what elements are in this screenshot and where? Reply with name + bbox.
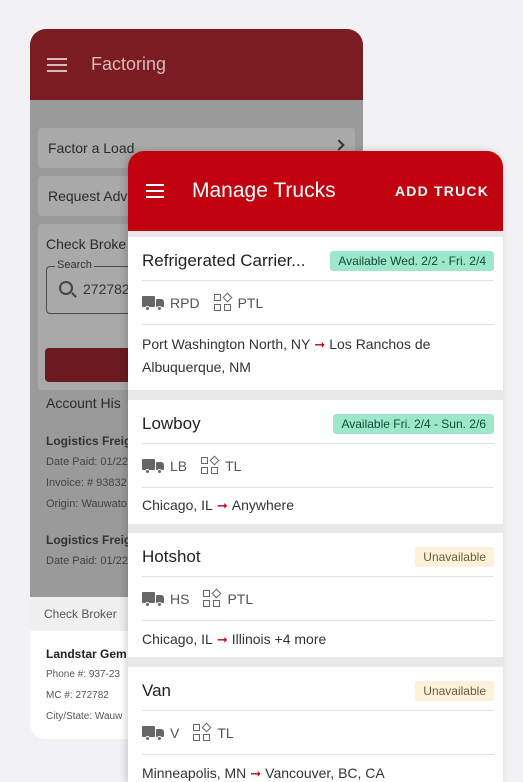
factoring-header: Factoring (30, 29, 363, 100)
status-badge: Unavailable (415, 681, 494, 701)
truck-card-header: Refrigerated Carrier... Available Wed. 2… (142, 237, 494, 281)
truck-card-header: Hotshot Unavailable (142, 533, 494, 577)
factoring-title: Factoring (91, 54, 167, 74)
truck-route: Chicago, IL ➞ Anywhere (142, 494, 482, 517)
load-type-icon (201, 455, 220, 475)
truck-card[interactable]: Lowboy Available Fri. 2/4 - Sun. 2/6 LB … (128, 400, 503, 524)
request-advance-label: Request Adv (48, 188, 128, 204)
truck-route: Chicago, IL ➞ Illinois +4 more (142, 628, 482, 651)
status-badge: Unavailable (415, 547, 494, 567)
route-destination: Vancouver, BC, CA (265, 765, 385, 781)
add-truck-button[interactable]: ADD TRUCK (395, 183, 489, 199)
search-value: 272782 (83, 281, 130, 297)
account-history-title: Account His (46, 395, 121, 411)
truck-icon (142, 725, 164, 741)
arrow-right-icon: ➞ (314, 337, 326, 352)
truck-card[interactable]: Hotshot Unavailable HS PTL Chicago, IL ➞ I… (128, 533, 503, 657)
truck-code: RPD (170, 294, 200, 311)
search-icon (59, 281, 73, 295)
load-type: TL (217, 724, 234, 741)
broker-mc: MC #: 272782 (46, 690, 109, 701)
route-origin: Minneapolis, MN (142, 765, 247, 781)
truck-name: Hotshot (142, 547, 201, 566)
truck-route: Port Washington North, NY ➞ Los Ranchos de… (142, 333, 482, 378)
arrow-right-icon: ➞ (250, 766, 262, 781)
route-origin: Port Washington North, NY (142, 336, 311, 352)
broker-name: Landstar Gem (46, 647, 127, 661)
route-origin: Chicago, IL (142, 497, 213, 513)
truck-code: V (170, 724, 180, 741)
status-badge: Available Fri. 2/4 - Sun. 2/6 (333, 414, 494, 434)
truck-icon (142, 295, 164, 311)
load-type: TL (225, 457, 242, 474)
factor-a-load-label: Factor a Load (48, 140, 135, 156)
menu-icon[interactable] (146, 184, 164, 198)
manage-trucks-header: Manage Trucks ADD TRUCK (128, 151, 503, 231)
page-title: Manage Trucks (192, 179, 336, 202)
broker-phone: Phone #: 937-23 (46, 669, 120, 680)
menu-icon[interactable] (47, 57, 67, 72)
broker-city: City/State: Wauw (46, 711, 123, 722)
load-type-icon (193, 722, 212, 742)
arrow-right-icon: ➞ (216, 498, 228, 513)
truck-meta: HS PTL (142, 577, 494, 621)
truck-code: HS (170, 590, 190, 607)
truck-icon (142, 591, 164, 607)
truck-code: LB (170, 457, 188, 474)
search-label: Search (55, 259, 94, 271)
load-type: PTL (227, 590, 254, 607)
truck-card-header: Lowboy Available Fri. 2/4 - Sun. 2/6 (142, 400, 494, 444)
load-type: PTL (237, 294, 264, 311)
load-type-icon (213, 292, 233, 312)
truck-meta: LB TL (142, 444, 494, 488)
arrow-right-icon: ➞ (216, 632, 228, 647)
truck-meta: RPD PTL (142, 281, 494, 325)
truck-name: Van (142, 681, 171, 700)
route-destination: Illinois +4 more (231, 631, 327, 647)
manage-trucks-screen: Manage Trucks ADD TRUCK Refrigerated Car… (128, 151, 503, 782)
truck-route: Minneapolis, MN ➞ Vancouver, BC, CA (142, 762, 482, 782)
truck-name: Lowboy (142, 414, 201, 433)
truck-card[interactable]: Van Unavailable V TL Minneapolis, MN ➞ Van… (128, 667, 503, 782)
status-badge: Available Wed. 2/2 - Fri. 2/4 (330, 251, 494, 271)
route-destination: Anywhere (231, 497, 294, 513)
truck-meta: V TL (142, 711, 494, 755)
truck-card-header: Van Unavailable (142, 667, 494, 711)
truck-name: Refrigerated Carrier... (142, 251, 306, 270)
truck-icon (142, 458, 164, 474)
load-type-icon (203, 588, 222, 608)
route-origin: Chicago, IL (142, 631, 213, 647)
chevron-right-icon (333, 139, 345, 151)
truck-card[interactable]: Refrigerated Carrier... Available Wed. 2… (128, 237, 503, 390)
